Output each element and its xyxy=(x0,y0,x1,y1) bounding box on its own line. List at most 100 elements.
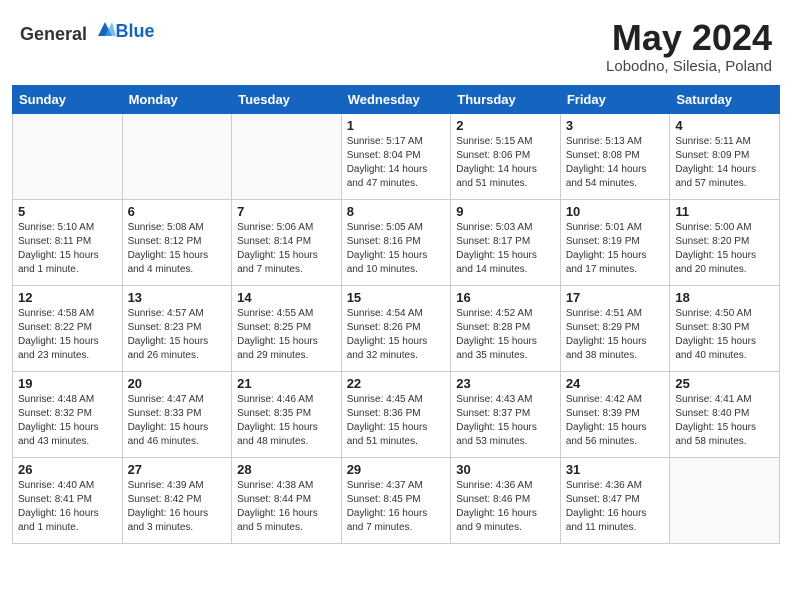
cell-text-line: Daylight: 15 hours xyxy=(566,335,665,349)
day-number: 10 xyxy=(566,204,665,219)
day-number: 8 xyxy=(347,204,446,219)
cell-text-line: Daylight: 15 hours xyxy=(675,421,774,435)
cell-text-line: Sunset: 8:16 PM xyxy=(347,235,446,249)
cell-text-line: Sunrise: 4:38 AM xyxy=(237,479,336,493)
cell-text-line: and 3 minutes. xyxy=(128,521,227,535)
cell-text-line: Daylight: 15 hours xyxy=(237,249,336,263)
day-number: 27 xyxy=(128,462,227,477)
calendar-cell: 19Sunrise: 4:48 AMSunset: 8:32 PMDayligh… xyxy=(13,371,123,457)
day-number: 6 xyxy=(128,204,227,219)
cell-text-line: and 46 minutes. xyxy=(128,435,227,449)
cell-text-line: and 29 minutes. xyxy=(237,349,336,363)
cell-text-line: Sunrise: 4:46 AM xyxy=(237,393,336,407)
day-number: 26 xyxy=(18,462,117,477)
day-number: 2 xyxy=(456,118,555,133)
logo-blue-text: Blue xyxy=(116,21,155,41)
logo-icon xyxy=(94,18,116,40)
logo-general-text: General xyxy=(20,24,87,44)
cell-text-line: Sunrise: 5:00 AM xyxy=(675,221,774,235)
day-number: 17 xyxy=(566,290,665,305)
cell-text-line: Sunrise: 4:50 AM xyxy=(675,307,774,321)
calendar-week-2: 5Sunrise: 5:10 AMSunset: 8:11 PMDaylight… xyxy=(13,199,780,285)
calendar-week-1: 1Sunrise: 5:17 AMSunset: 8:04 PMDaylight… xyxy=(13,113,780,199)
calendar-week-3: 12Sunrise: 4:58 AMSunset: 8:22 PMDayligh… xyxy=(13,285,780,371)
day-number: 15 xyxy=(347,290,446,305)
calendar-week-4: 19Sunrise: 4:48 AMSunset: 8:32 PMDayligh… xyxy=(13,371,780,457)
day-number: 14 xyxy=(237,290,336,305)
calendar-cell: 1Sunrise: 5:17 AMSunset: 8:04 PMDaylight… xyxy=(341,113,451,199)
cell-text-line: and 20 minutes. xyxy=(675,263,774,277)
cell-text-line: Sunrise: 4:41 AM xyxy=(675,393,774,407)
cell-text-line: Sunset: 8:41 PM xyxy=(18,493,117,507)
calendar-cell: 20Sunrise: 4:47 AMSunset: 8:33 PMDayligh… xyxy=(122,371,232,457)
day-number: 1 xyxy=(347,118,446,133)
cell-text-line: Sunrise: 4:58 AM xyxy=(18,307,117,321)
cell-text-line: Sunrise: 4:57 AM xyxy=(128,307,227,321)
calendar-cell: 15Sunrise: 4:54 AMSunset: 8:26 PMDayligh… xyxy=(341,285,451,371)
cell-text-line: Daylight: 15 hours xyxy=(128,249,227,263)
cell-text-line: and 51 minutes. xyxy=(456,177,555,191)
calendar-cell: 28Sunrise: 4:38 AMSunset: 8:44 PMDayligh… xyxy=(232,457,342,543)
cell-text-line: Sunrise: 4:37 AM xyxy=(347,479,446,493)
calendar-cell: 4Sunrise: 5:11 AMSunset: 8:09 PMDaylight… xyxy=(670,113,780,199)
day-number: 25 xyxy=(675,376,774,391)
cell-text-line: Daylight: 15 hours xyxy=(237,335,336,349)
cell-text-line: Sunrise: 4:47 AM xyxy=(128,393,227,407)
cell-text-line: and 17 minutes. xyxy=(566,263,665,277)
cell-text-line: Daylight: 15 hours xyxy=(566,249,665,263)
calendar-table: SundayMondayTuesdayWednesdayThursdayFrid… xyxy=(12,85,780,544)
day-number: 31 xyxy=(566,462,665,477)
calendar-cell: 12Sunrise: 4:58 AMSunset: 8:22 PMDayligh… xyxy=(13,285,123,371)
cell-text-line: Daylight: 16 hours xyxy=(128,507,227,521)
cell-text-line: Sunrise: 4:54 AM xyxy=(347,307,446,321)
cell-text-line: Sunset: 8:30 PM xyxy=(675,321,774,335)
cell-text-line: and 7 minutes. xyxy=(347,521,446,535)
cell-text-line: Sunrise: 4:43 AM xyxy=(456,393,555,407)
cell-text-line: Daylight: 14 hours xyxy=(347,163,446,177)
calendar-cell xyxy=(670,457,780,543)
day-number: 22 xyxy=(347,376,446,391)
cell-text-line: and 56 minutes. xyxy=(566,435,665,449)
header: General Blue May 2024 Lobodno, Silesia, … xyxy=(0,0,792,85)
cell-text-line: Daylight: 15 hours xyxy=(456,335,555,349)
cell-text-line: Sunset: 8:29 PM xyxy=(566,321,665,335)
day-number: 21 xyxy=(237,376,336,391)
cell-text-line: Sunrise: 5:13 AM xyxy=(566,135,665,149)
cell-text-line: and 14 minutes. xyxy=(456,263,555,277)
cell-text-line: Sunset: 8:06 PM xyxy=(456,149,555,163)
day-header-saturday: Saturday xyxy=(670,85,780,113)
cell-text-line: and 23 minutes. xyxy=(18,349,117,363)
cell-text-line: Daylight: 15 hours xyxy=(18,335,117,349)
cell-text-line: and 57 minutes. xyxy=(675,177,774,191)
cell-text-line: Sunrise: 4:48 AM xyxy=(18,393,117,407)
day-number: 7 xyxy=(237,204,336,219)
cell-text-line: Sunrise: 4:36 AM xyxy=(456,479,555,493)
cell-text-line: Sunset: 8:11 PM xyxy=(18,235,117,249)
calendar-cell: 31Sunrise: 4:36 AMSunset: 8:47 PMDayligh… xyxy=(560,457,670,543)
cell-text-line: Sunrise: 4:39 AM xyxy=(128,479,227,493)
day-header-monday: Monday xyxy=(122,85,232,113)
cell-text-line: Daylight: 15 hours xyxy=(128,421,227,435)
cell-text-line: and 38 minutes. xyxy=(566,349,665,363)
day-number: 4 xyxy=(675,118,774,133)
cell-text-line: Daylight: 14 hours xyxy=(675,163,774,177)
day-number: 20 xyxy=(128,376,227,391)
day-header-wednesday: Wednesday xyxy=(341,85,451,113)
cell-text-line: Daylight: 15 hours xyxy=(347,335,446,349)
cell-text-line: Sunset: 8:04 PM xyxy=(347,149,446,163)
day-header-sunday: Sunday xyxy=(13,85,123,113)
calendar-cell: 18Sunrise: 4:50 AMSunset: 8:30 PMDayligh… xyxy=(670,285,780,371)
day-number: 23 xyxy=(456,376,555,391)
cell-text-line: and 1 minute. xyxy=(18,521,117,535)
cell-text-line: and 7 minutes. xyxy=(237,263,336,277)
cell-text-line: Sunset: 8:45 PM xyxy=(347,493,446,507)
cell-text-line: Sunset: 8:23 PM xyxy=(128,321,227,335)
cell-text-line: Sunrise: 5:08 AM xyxy=(128,221,227,235)
day-number: 19 xyxy=(18,376,117,391)
cell-text-line: Daylight: 15 hours xyxy=(18,421,117,435)
cell-text-line: Sunset: 8:36 PM xyxy=(347,407,446,421)
calendar-cell: 14Sunrise: 4:55 AMSunset: 8:25 PMDayligh… xyxy=(232,285,342,371)
cell-text-line: and 53 minutes. xyxy=(456,435,555,449)
logo: General Blue xyxy=(20,18,155,45)
cell-text-line: Sunset: 8:17 PM xyxy=(456,235,555,249)
